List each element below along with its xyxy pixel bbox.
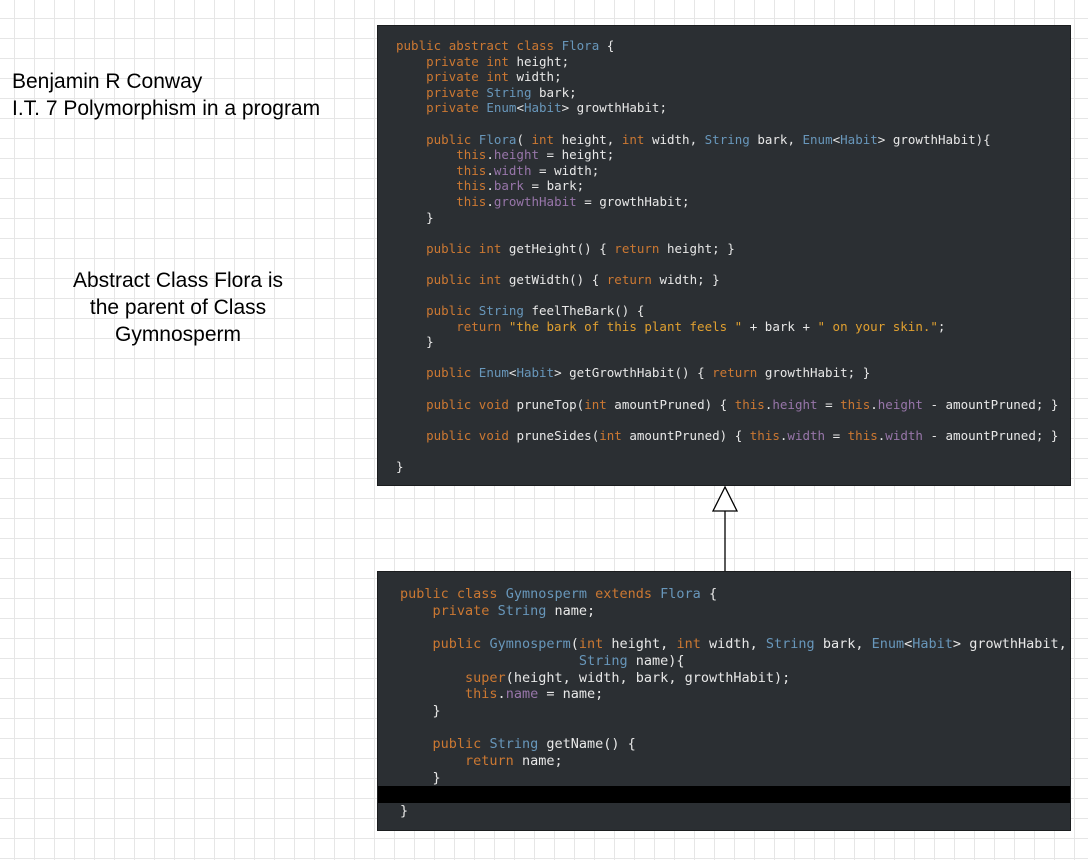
inheritance-arrow-icon <box>711 485 739 572</box>
flora-code-line: private String bark; <box>426 84 577 100</box>
flora-code-line <box>396 256 1058 272</box>
relationship-note-line-3: Gymnosperm <box>114 323 242 346</box>
flora-code-line <box>396 443 1058 459</box>
relationship-note-line-1: Abstract Class Flora is <box>72 269 284 292</box>
flora-code-line: public int getHeight() { return height; … <box>426 240 735 256</box>
flora-code-line: public int getWidth() { return width; } <box>426 271 720 287</box>
gymnosperm-code-line <box>400 786 1067 803</box>
gymnosperm-code-line <box>400 720 1067 737</box>
gymnosperm-code-line: } <box>432 769 441 786</box>
flora-code-line: } <box>426 209 434 225</box>
relationship-note: Abstract Class Flora is the parent of Cl… <box>28 267 328 348</box>
flora-code-line: private int height; <box>426 53 570 69</box>
gymnosperm-code-line: this.name = name; <box>465 686 604 703</box>
flora-code-line: } <box>426 334 434 350</box>
gymnosperm-code-line: } <box>432 702 441 719</box>
flora-code-line: public void pruneSides(int amountPruned)… <box>426 427 1059 443</box>
flora-code-line <box>396 225 1058 241</box>
author-notes: Benjamin R Conway I.T. 7 Polymorphism in… <box>12 68 372 122</box>
gymnosperm-code-line: String name){ <box>578 652 685 669</box>
gymnosperm-code-line: public class Gymnosperm extends Flora { <box>400 586 718 602</box>
flora-code-line: private int width; <box>426 69 562 85</box>
flora-code-line: return "the bark of this plant feels " +… <box>456 318 946 334</box>
gymnosperm-class-code-panel: public class Gymnosperm extends Flora { … <box>377 571 1071 831</box>
flora-code-line <box>396 381 1058 397</box>
flora-code-line <box>396 412 1058 428</box>
gymnosperm-code-line: public Gymnosperm(int height, int width,… <box>432 636 1067 653</box>
flora-code-line: this.width = width; <box>456 162 600 178</box>
gymnosperm-code-line: super(height, width, bark, growthHabit); <box>465 669 791 686</box>
flora-code-line <box>396 116 1058 132</box>
flora-code-line: public abstract class Flora { <box>396 38 615 53</box>
flora-code-line <box>396 288 1058 304</box>
flora-code-line: public Flora( int height, int width, Str… <box>426 131 991 147</box>
relationship-note-line-2: the parent of Class <box>89 296 267 319</box>
inheritance-arrow-head <box>711 485 739 512</box>
gymnosperm-code-line: private String name; <box>432 602 596 619</box>
flora-code-line: public void pruneTop(int amountPruned) {… <box>426 396 1059 412</box>
flora-class-source: public abstract class Flora { private in… <box>396 38 1058 475</box>
flora-code-line: public Enum<Habit> getGrowthHabit() { re… <box>426 365 871 381</box>
gymnosperm-code-line: return name; <box>465 753 563 770</box>
flora-code-line: private Enum<Habit> growthHabit; <box>426 100 667 116</box>
gymnosperm-code-line: } <box>400 803 409 820</box>
assignment-title: I.T. 7 Polymorphism in a program <box>12 97 321 120</box>
flora-code-line: this.bark = bark; <box>456 178 585 194</box>
author-name: Benjamin R Conway <box>12 70 203 93</box>
gymnosperm-class-source: public class Gymnosperm extends Flora { … <box>400 586 1067 820</box>
flora-code-line <box>396 350 1058 366</box>
gymnosperm-code-line: public String getName() { <box>432 736 636 753</box>
flora-code-line: public String feelTheBark() { <box>426 303 645 319</box>
flora-code-line: this.height = height; <box>456 147 615 163</box>
flora-code-line: this.growthHabit = growthHabit; <box>456 193 690 209</box>
flora-class-code-panel: public abstract class Flora { private in… <box>377 25 1071 486</box>
gymnosperm-code-line <box>400 619 1067 636</box>
flora-code-line: } <box>396 459 404 475</box>
